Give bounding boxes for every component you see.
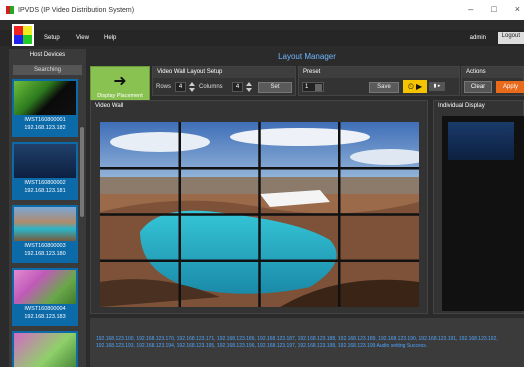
video-wall-image (100, 122, 419, 307)
actions-panel: Actions Clear Apply (461, 66, 524, 96)
host-devices-sidebar: Host Devices Searching IWST160800001 192… (9, 49, 86, 367)
columns-input[interactable]: 4 (232, 82, 243, 92)
maximize-icon[interactable]: □ (491, 4, 496, 14)
columns-label: Columns (199, 84, 223, 90)
individual-display-area[interactable] (442, 116, 524, 311)
device-thumbnail (14, 270, 76, 304)
preset-play-group[interactable]: ⏲ ▶ (403, 80, 427, 93)
preset-more-button[interactable]: ▮ ▸ (429, 82, 445, 91)
app-logo (12, 24, 34, 46)
actions-title: Actions (462, 67, 523, 78)
status-log-text: 192.168.123.100, 192.168.123.170, 192.16… (96, 336, 498, 349)
menu-view[interactable]: View (76, 35, 89, 41)
device-ip: 192.168.123.182 (24, 125, 66, 131)
preset-value: 1 (305, 84, 309, 90)
device-thumbnail (14, 207, 76, 241)
individual-display-title: Individual Display (438, 103, 485, 109)
device-name: IWST160800003 (24, 243, 66, 249)
device-card[interactable]: IWST160800001 192.168.123.182 (12, 79, 78, 137)
sidebar-scrollbar[interactable] (80, 127, 84, 217)
video-wall-title: Video Wall (95, 103, 124, 109)
device-card[interactable]: IWST160800004 192.168.123.183 (12, 268, 78, 326)
device-card[interactable] (12, 331, 78, 367)
device-ip: 192.168.123.183 (24, 314, 66, 320)
layout-setup-title: Video Wall Layout Setup (153, 67, 295, 78)
play-icon: ▶ (416, 82, 423, 91)
columns-stepper[interactable] (246, 82, 252, 92)
device-thumbnail (14, 333, 76, 367)
layout-setup-panel: Video Wall Layout Setup Rows 4 Columns 4… (152, 66, 296, 96)
menu-help[interactable]: Help (104, 35, 116, 41)
status-log: 192.168.123.100, 192.168.123.170, 192.16… (90, 318, 524, 367)
set-button[interactable]: Set (258, 82, 292, 93)
layout-manager-title: Layout Manager (278, 52, 336, 61)
rows-stepper[interactable] (189, 82, 195, 92)
device-name: IWST160800004 (24, 306, 66, 312)
menu-bar: Setup View Help admin Logout (0, 24, 524, 46)
clock-icon: ⏲ (407, 81, 415, 91)
device-ip: 192.168.123.180 (24, 251, 66, 257)
individual-display-preview (448, 122, 514, 160)
minimize-icon[interactable]: – (468, 4, 473, 14)
chevron-down-icon (315, 84, 322, 91)
user-name: admin (469, 35, 486, 41)
preset-panel: Preset 1 Save ⏲ ▶ ▮ ▸ (298, 66, 460, 96)
window-title: IPVDS (IP Video Distribution System) (18, 6, 135, 14)
rows-input[interactable]: 4 (175, 82, 186, 92)
logout-button[interactable]: Logout (497, 32, 524, 44)
device-thumbnail (14, 81, 76, 115)
sidebar-header: Host Devices (29, 52, 66, 58)
device-thumbnail (14, 144, 76, 178)
menu-setup[interactable]: Setup (44, 35, 60, 41)
preset-title: Preset (299, 67, 459, 78)
preset-select[interactable]: 1 (302, 82, 324, 92)
device-name: IWST160800001 (24, 117, 66, 123)
app-icon (6, 6, 14, 14)
arrow-right-icon: ➜ (113, 73, 127, 90)
device-card[interactable]: IWST160800002 192.168.123.181 (12, 142, 78, 200)
rows-label: Rows (156, 84, 172, 90)
display-placement-label: Display Placement (97, 93, 143, 99)
video-wall-panel: Video Wall (90, 100, 428, 314)
close-icon[interactable]: × (515, 4, 520, 14)
device-ip: 192.168.123.181 (24, 188, 66, 194)
searching-status[interactable]: Searching (13, 65, 82, 75)
device-name: IWST160800002 (24, 180, 66, 186)
save-button[interactable]: Save (369, 82, 399, 93)
apply-button[interactable]: Apply (496, 81, 524, 93)
device-card[interactable]: IWST160800003 192.168.123.180 (12, 205, 78, 263)
individual-display-panel: Individual Display (433, 100, 524, 314)
video-wall-canvas[interactable] (100, 122, 419, 307)
window-titlebar: IPVDS (IP Video Distribution System) – □… (0, 0, 524, 20)
clear-button[interactable]: Clear (464, 81, 492, 93)
